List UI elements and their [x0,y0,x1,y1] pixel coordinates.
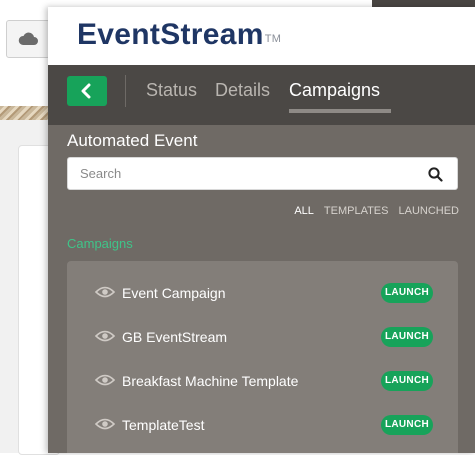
filter-all[interactable]: ALL [294,205,314,217]
campaign-list: Event Campaign LAUNCH GB EventStream LAU… [67,261,458,453]
tab-bar: Status Details Campaigns [48,65,475,125]
eye-icon[interactable] [95,286,115,298]
campaigns-content: Automated Event ALL TEMPLATES LAUNCHED Cam… [48,125,475,453]
launch-button[interactable]: LAUNCH [381,283,433,303]
campaign-name[interactable]: Breakfast Machine Template [122,372,298,390]
back-button[interactable] [67,76,107,106]
tab-divider [125,75,126,107]
campaign-name[interactable]: GB EventStream [122,328,227,346]
eye-icon[interactable] [95,418,115,430]
campaign-name[interactable]: TemplateTest [122,416,204,434]
brand-logo: EventStreamTM [77,15,281,55]
filter-tabs: ALL TEMPLATES LAUNCHED [284,204,459,218]
page-title: Automated Event [67,131,198,150]
tab-status[interactable]: Status [146,77,197,103]
trademark-mark: TM [264,33,282,45]
launch-button[interactable]: LAUNCH [381,415,433,435]
eye-icon[interactable] [95,374,115,386]
cloud-icon [18,32,38,45]
brand-header: EventStreamTM [48,7,475,65]
list-item: Breakfast Machine Template LAUNCH [67,360,458,404]
filter-templates[interactable]: TEMPLATES [324,205,389,217]
background-top-bar [372,0,475,7]
campaign-name[interactable]: Event Campaign [122,284,226,302]
brand-name: EventStream [77,18,264,51]
background-image-strip [0,106,48,120]
eventstream-panel: EventStreamTM Status Details Campaigns A… [48,7,475,453]
filter-launched[interactable]: LAUNCHED [398,205,459,217]
chevron-left-icon [81,83,91,99]
launch-button[interactable]: LAUNCH [381,371,433,391]
active-tab-indicator [289,109,391,113]
tab-details[interactable]: Details [215,77,270,103]
eye-icon[interactable] [95,330,115,342]
list-item: TemplateTest LAUNCH [67,404,458,448]
search-box [67,157,458,190]
search-input[interactable] [68,158,420,189]
list-item: Event Campaign LAUNCH [67,272,458,316]
launch-button[interactable]: LAUNCH [381,327,433,347]
background-cloud-button[interactable] [6,20,50,58]
search-icon[interactable] [428,167,443,182]
list-item: GB EventStream LAUNCH [67,316,458,360]
tab-campaigns[interactable]: Campaigns [289,77,380,103]
campaigns-section-label: Campaigns [67,236,133,251]
